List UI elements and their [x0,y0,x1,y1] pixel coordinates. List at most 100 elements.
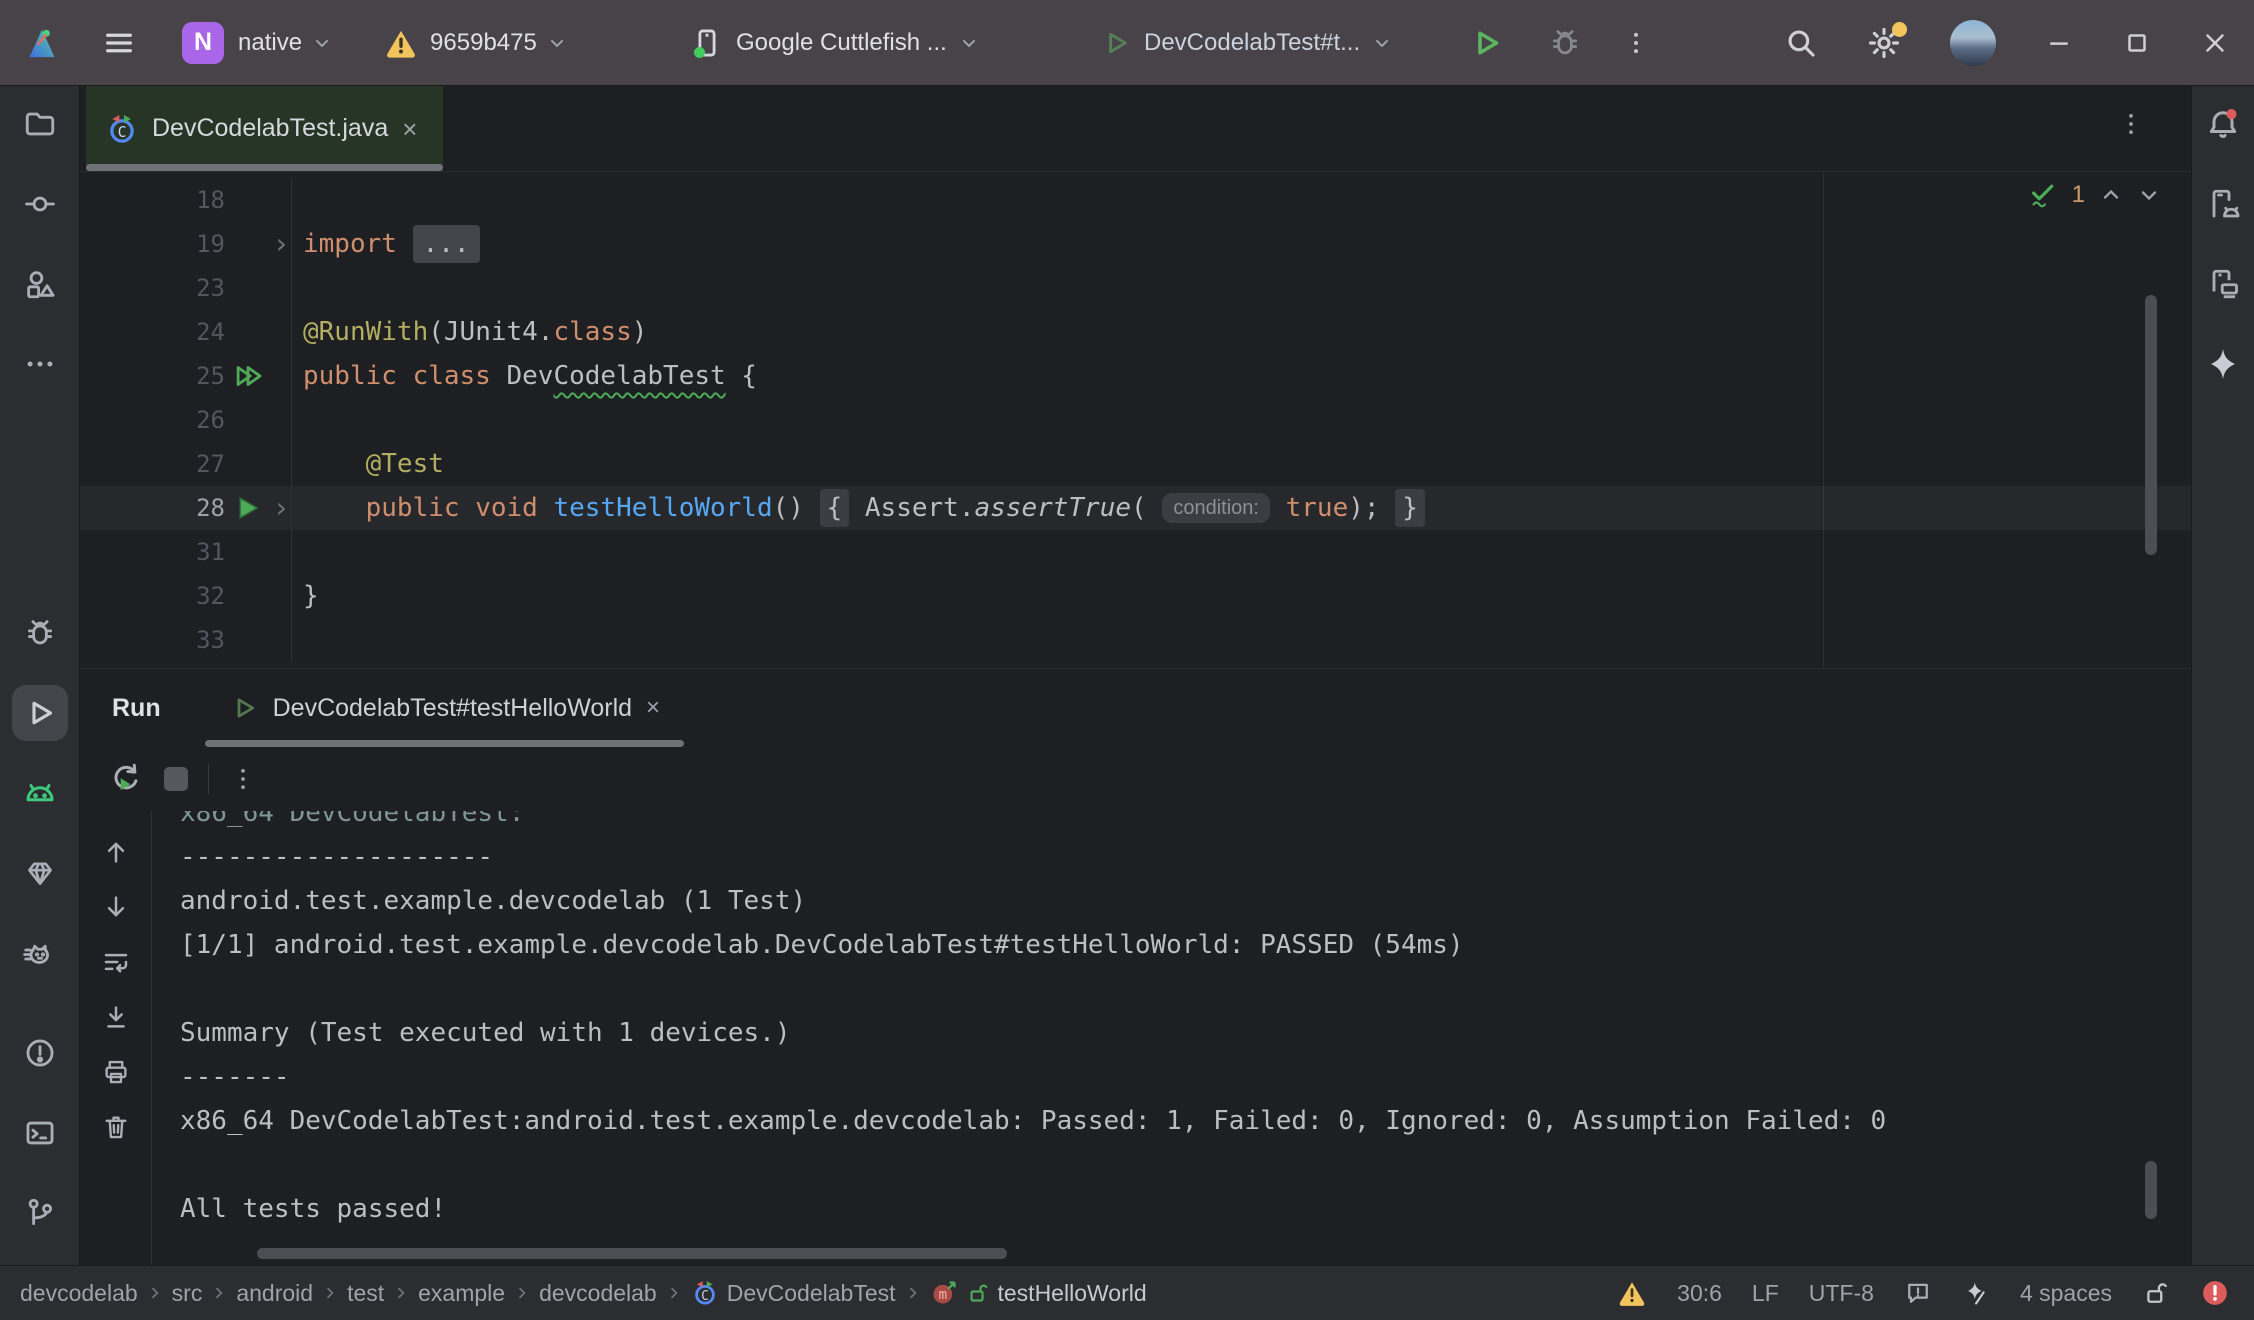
device-selector[interactable]: Google Cuttlefish ... [690,0,979,86]
run-options-kebab-icon[interactable] [229,765,257,793]
previous-highlight-chevron-icon[interactable] [2099,183,2123,207]
tab-close-icon[interactable]: × [402,116,417,142]
app-quality-insights-gem-icon[interactable] [12,845,68,901]
soft-wrap-icon[interactable] [96,945,136,979]
breadcrumb-item-class[interactable]: C DevCodelabTest [691,1279,896,1307]
run-button[interactable] [1468,0,1504,86]
window-minimize-button[interactable] [2044,28,2074,58]
breadcrumb-item[interactable]: android [236,1280,313,1307]
fold-chevron-icon[interactable]: › [271,486,291,530]
project-name[interactable]: native [238,29,302,57]
statusbar-warning-icon[interactable] [1617,1278,1647,1308]
breadcrumb-item[interactable]: example [418,1280,505,1307]
code-line-28[interactable]: 28 › public void testHelloWorld() { Asser… [80,486,2191,530]
resource-manager-icon[interactable] [12,256,68,312]
user-avatar[interactable] [1950,20,1996,66]
run-tool-icon[interactable] [12,685,68,741]
problems-tool-icon[interactable] [12,1025,68,1081]
error-badge-icon[interactable] [2200,1278,2230,1308]
logcat-android-icon[interactable] [12,765,68,821]
debug-tool-icon[interactable] [12,605,68,661]
line-number[interactable]: 23 [80,274,225,302]
run-tab-close-icon[interactable]: × [646,696,660,720]
code-text[interactable]: @Test [291,442,2191,486]
line-number[interactable]: 31 [80,538,225,566]
encoding-selector[interactable]: UTF-8 [1809,1280,1874,1307]
tab-options-kebab-icon[interactable] [2117,110,2145,138]
commit-tool-icon[interactable] [12,176,68,232]
scroll-up-icon[interactable] [96,835,136,869]
code-line-32[interactable]: 32} [80,574,2191,618]
unlocked-file-icon[interactable] [2142,1279,2170,1307]
search-everywhere-icon[interactable] [1784,26,1818,60]
line-number[interactable]: 24 [80,318,225,346]
breadcrumb-item[interactable]: devcodelab [20,1280,138,1307]
code-text[interactable]: } [291,574,2191,618]
notifications-bell-icon[interactable] [2198,96,2248,152]
code-text[interactable]: public class DevCodelabTest { [291,354,2191,398]
code-text[interactable] [291,618,2191,662]
line-number[interactable]: 19 [80,230,225,258]
stop-button-disabled[interactable] [164,767,188,791]
code-text[interactable]: @RunWith(JUnit4.class) [291,310,2191,354]
line-ending-selector[interactable]: LF [1752,1280,1779,1307]
code-line-27[interactable]: 27 @Test [80,442,2191,486]
code-line-24[interactable]: 24 @RunWith(JUnit4.class) [80,310,2191,354]
code-line-23[interactable]: 23 [80,266,2191,310]
window-close-button[interactable] [2200,28,2230,58]
code-text[interactable] [291,398,2191,442]
run-configuration-selector[interactable]: DevCodelabTest#t... [1100,0,1392,86]
fold-chevron-icon[interactable]: › [271,222,291,266]
profiler-cat-icon[interactable] [12,925,68,981]
chevron-down-icon[interactable] [547,33,567,53]
vcs-warning-icon[interactable] [384,26,418,60]
line-number[interactable]: 28 [80,494,225,522]
console-output[interactable]: x86_64 DevCodelabTest:------------------… [152,811,2191,1265]
scroll-down-icon[interactable] [96,890,136,924]
indent-selector[interactable]: 4 spaces [2020,1280,2112,1307]
code-line-19[interactable]: 19›import ... [80,222,2191,266]
running-devices-icon[interactable] [2198,176,2248,232]
line-number[interactable]: 27 [80,450,225,478]
notification-bubble-icon[interactable] [1904,1279,1932,1307]
main-menu-hamburger-icon[interactable] [102,26,136,60]
terminal-tool-icon[interactable] [12,1105,68,1161]
window-maximize-button[interactable] [2122,28,2152,58]
code-text[interactable]: public void testHelloWorld() { Assert.as… [291,486,2191,530]
breadcrumb-item-method[interactable]: m testHelloWorld [930,1279,1147,1307]
scroll-to-end-icon[interactable] [96,1000,136,1034]
breadcrumb-item[interactable]: devcodelab [539,1280,657,1307]
console-horizontal-scrollbar-thumb[interactable] [257,1248,1007,1259]
project-badge[interactable]: N [182,22,224,64]
inspections-widget[interactable]: 1 [2028,180,2161,210]
more-actions-kebab-icon[interactable] [1622,0,1650,86]
chevron-down-icon[interactable] [312,33,332,53]
code-editor[interactable]: 1819›import ...2324@RunWith(JUnit4.class… [80,172,2191,668]
line-number[interactable]: 25 [80,362,225,390]
vcs-ref-label[interactable]: 9659b475 [430,29,537,57]
editor-tab-devcodelabtest[interactable]: C DevCodelabTest.java × [86,86,443,171]
settings-gear-icon[interactable] [1866,25,1902,61]
clear-all-trash-icon[interactable] [96,1110,136,1144]
line-number[interactable]: 18 [80,186,225,214]
line-number[interactable]: 26 [80,406,225,434]
code-text[interactable] [291,178,2191,222]
code-line-31[interactable]: 31 [80,530,2191,574]
code-line-18[interactable]: 18 [80,178,2191,222]
code-line-33[interactable]: 33 [80,618,2191,662]
debug-button[interactable] [1548,0,1582,86]
code-line-25[interactable]: 25 public class DevCodelabTest { [80,354,2191,398]
breadcrumb-item[interactable]: src [172,1280,203,1307]
run-method-gutter-icon[interactable] [225,491,271,525]
rerun-icon[interactable] [108,761,144,797]
line-number[interactable]: 32 [80,582,225,610]
breadcrumb-item[interactable]: test [347,1280,384,1307]
project-tool-icon[interactable] [12,96,68,152]
editor-lines[interactable]: 1819›import ...2324@RunWith(JUnit4.class… [80,172,2191,662]
sparkle-pen-icon[interactable] [1962,1279,1990,1307]
run-session-tab[interactable]: DevCodelabTest#testHelloWorld × [205,669,684,747]
run-class-gutter-icon[interactable] [225,359,271,393]
code-text[interactable] [291,530,2191,574]
gemini-sparkle-icon[interactable] [2198,336,2248,392]
device-manager-icon[interactable] [2198,256,2248,312]
